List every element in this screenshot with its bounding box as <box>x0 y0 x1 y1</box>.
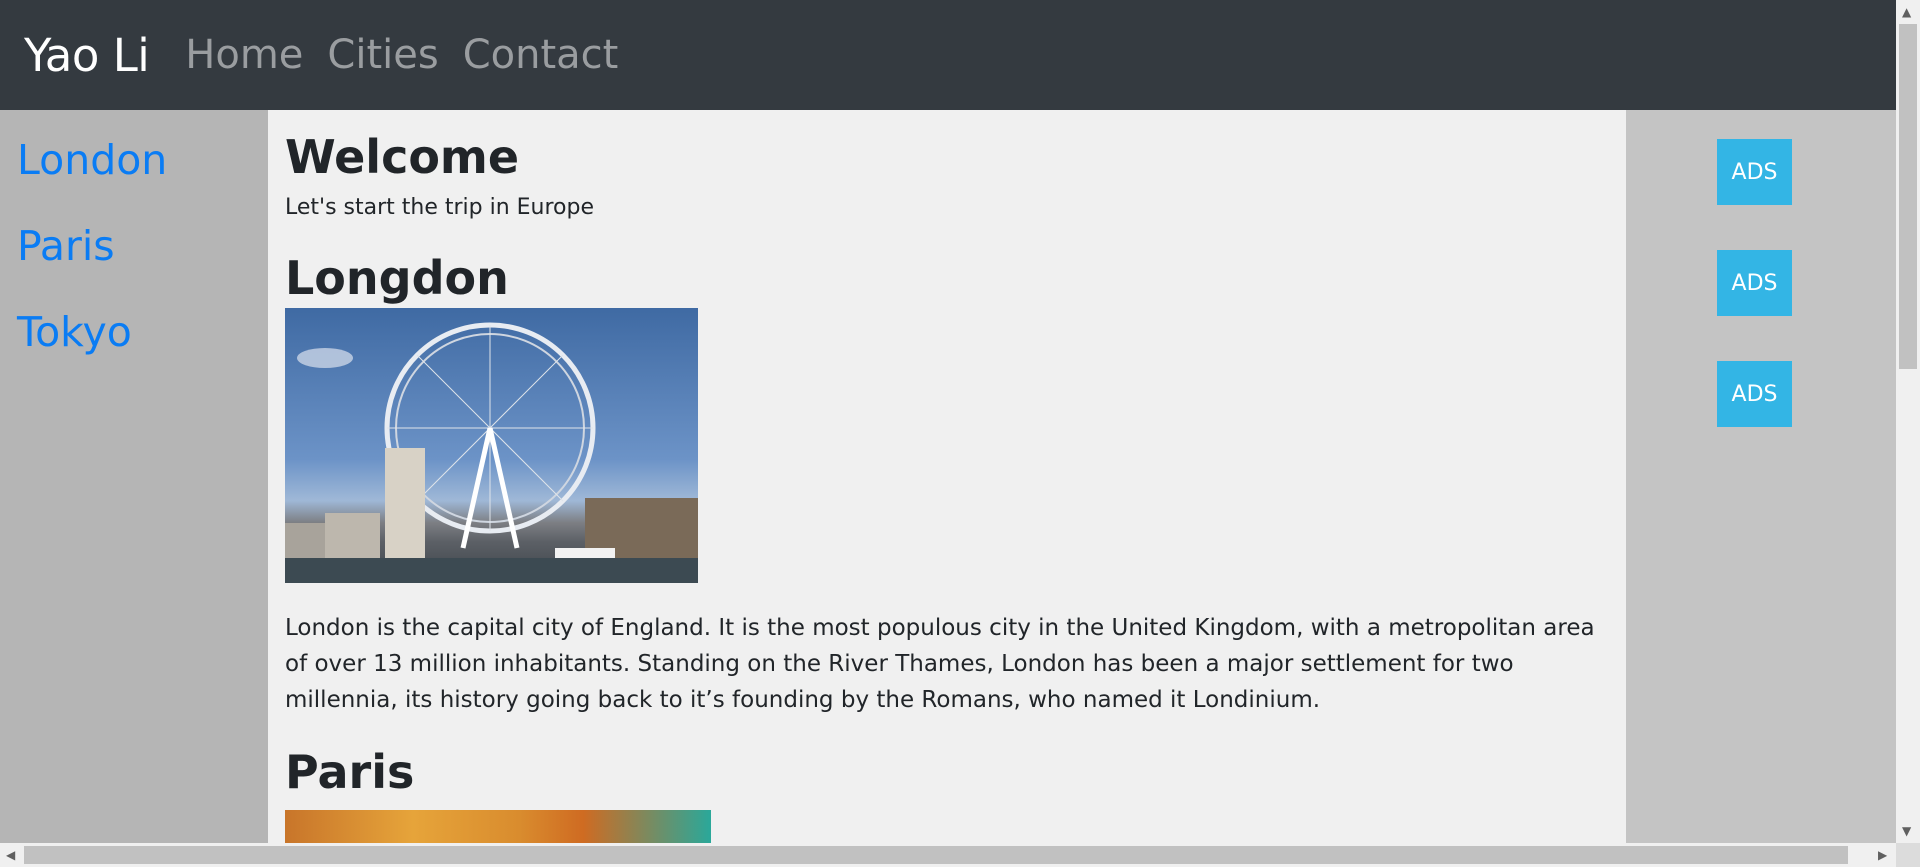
brand-link[interactable]: Yao Li <box>24 29 150 82</box>
horizontal-scroll-thumb[interactable] <box>24 846 1848 864</box>
sidebar-link-tokyo[interactable]: Tokyo <box>17 312 268 353</box>
nav-contact-link[interactable]: Contact <box>463 32 619 78</box>
scroll-right-arrow-icon[interactable]: ▶ <box>1878 849 1887 861</box>
ad-box[interactable]: ADS <box>1717 361 1792 427</box>
ad-box[interactable]: ADS <box>1717 139 1792 205</box>
scroll-down-arrow-icon[interactable]: ▼ <box>1902 825 1911 837</box>
left-sidebar: London Paris Tokyo <box>0 110 268 843</box>
ad-box[interactable]: ADS <box>1717 250 1792 316</box>
nav-cities-link[interactable]: Cities <box>327 32 438 78</box>
vertical-scrollbar[interactable]: ▲ ▼ <box>1896 0 1920 843</box>
scroll-up-arrow-icon[interactable]: ▲ <box>1902 6 1911 18</box>
london-eye-photo <box>285 307 698 583</box>
horizontal-scrollbar[interactable]: ◀ ▶ <box>0 843 1896 867</box>
section-heading-london: Longdon <box>285 250 509 305</box>
section-heading-paris: Paris <box>285 744 415 799</box>
main-content: Welcome Let's start the trip in Europe L… <box>268 110 1626 843</box>
ads-column: ADS ADS ADS <box>1626 110 1896 843</box>
nav-home-link[interactable]: Home <box>185 32 303 78</box>
scrollbar-corner <box>1896 843 1920 867</box>
top-navbar: Yao Li Home Cities Contact <box>0 0 1896 110</box>
paris-photo <box>285 810 711 843</box>
page-title: Welcome <box>285 130 520 184</box>
sidebar-link-london[interactable]: London <box>17 140 268 181</box>
london-description: London is the capital city of England. I… <box>285 614 1595 713</box>
vertical-scroll-thumb[interactable] <box>1899 24 1917 369</box>
scroll-left-arrow-icon[interactable]: ◀ <box>6 849 15 861</box>
sidebar-link-paris[interactable]: Paris <box>17 226 268 267</box>
london-eye-illustration <box>285 322 698 583</box>
page-subtitle: Let's start the trip in Europe <box>285 194 595 220</box>
